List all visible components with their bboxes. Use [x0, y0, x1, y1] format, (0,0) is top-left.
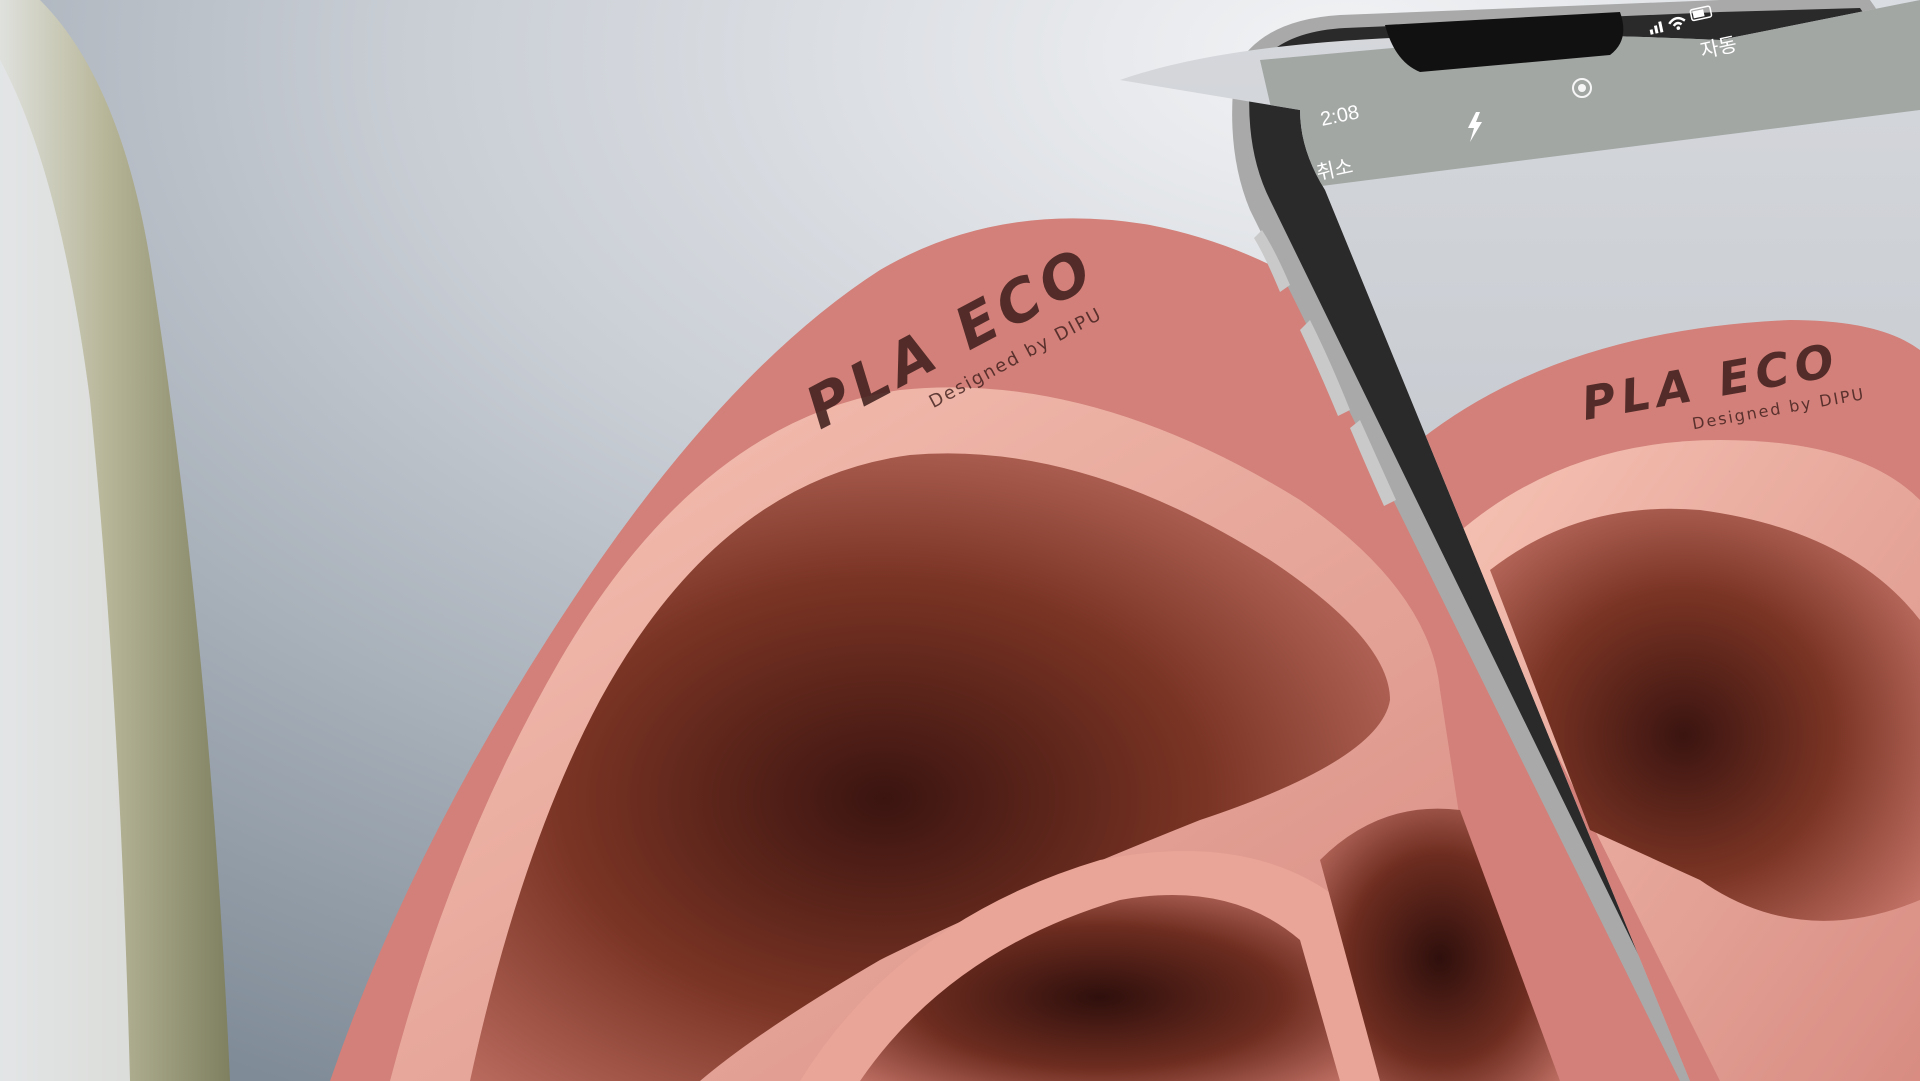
- product-photo: PLA ECO Designed by DIPU PLA ECO Designe…: [0, 0, 1920, 1081]
- photo-canvas: PLA ECO Designed by DIPU PLA ECO Designe…: [0, 0, 1920, 1081]
